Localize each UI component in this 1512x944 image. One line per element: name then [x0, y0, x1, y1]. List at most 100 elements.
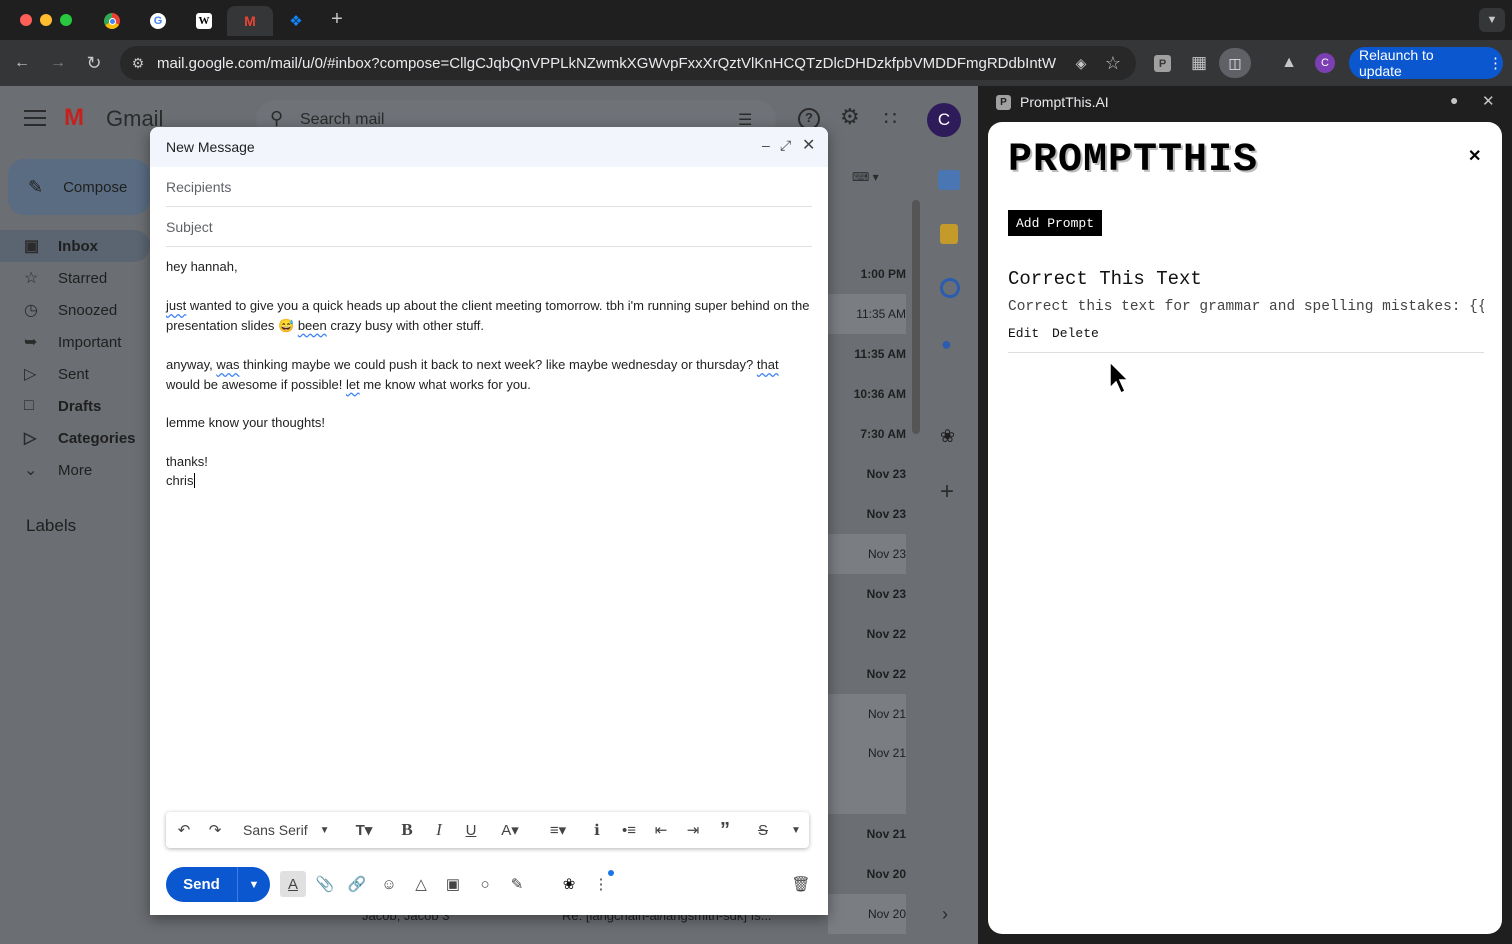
font-size-icon[interactable]: T▾ — [346, 812, 382, 848]
email-row-date[interactable]: Nov 20 — [828, 854, 906, 894]
confidential-mode-icon[interactable]: ○ — [472, 871, 498, 897]
lens-icon[interactable]: ◈ — [1067, 49, 1095, 77]
underline-icon[interactable]: U — [458, 812, 484, 848]
email-row-date[interactable]: Nov 20 — [828, 894, 906, 934]
tab-chrome[interactable] — [89, 6, 135, 36]
subject-field[interactable]: Subject — [166, 207, 812, 247]
tab-search-chevron-icon[interactable]: ▼ — [1479, 8, 1505, 32]
site-settings-icon[interactable]: ⚙ — [124, 49, 152, 77]
calendar-icon[interactable] — [938, 170, 960, 190]
paw-icon[interactable]: ❀ — [556, 871, 582, 897]
minimize-icon[interactable]: – — [762, 137, 770, 153]
quote-icon[interactable]: ” — [712, 812, 738, 848]
redo-icon[interactable]: ↷ — [203, 812, 227, 848]
bold-icon[interactable]: B — [394, 812, 420, 848]
settings-gear-icon[interactable]: ⚙ — [840, 104, 860, 130]
main-menu-icon[interactable] — [24, 110, 46, 126]
email-row-date[interactable]: 11:35 AM — [828, 294, 906, 334]
font-family-select[interactable]: Sans Serif ▼ — [238, 812, 336, 848]
email-row-date[interactable]: Nov 21 — [828, 694, 906, 734]
window-zoom-button[interactable] — [60, 14, 72, 26]
sidebar-item-categories[interactable]: ▷ Categories — [0, 422, 150, 454]
url-text[interactable]: mail.google.com/mail/u/0/#inbox?compose=… — [157, 55, 1057, 72]
input-tools-keyboard-icon[interactable]: ⌨ ▾ — [852, 170, 879, 184]
extensions-puzzle-icon[interactable]: ▦ — [1185, 49, 1213, 77]
window-close-button[interactable] — [20, 14, 32, 26]
profile-avatar[interactable]: C — [1315, 53, 1335, 73]
sidebar-item-more[interactable]: ⌄ More — [0, 454, 150, 486]
insert-link-icon[interactable]: 🔗 — [344, 871, 370, 897]
add-prompt-button[interactable]: Add Prompt — [1008, 210, 1103, 236]
sidebar-item-inbox[interactable]: ▣ Inbox — [0, 230, 150, 262]
sidebar-item-drafts[interactable]: □ Drafts — [0, 390, 150, 422]
italic-icon[interactable]: I — [426, 812, 452, 848]
exit-fullscreen-icon[interactable]: ⤢ — [780, 137, 791, 154]
bulleted-list-icon[interactable]: •≡ — [616, 812, 642, 848]
chevron-right-icon[interactable]: › — [942, 904, 948, 925]
email-list-scrollbar[interactable] — [912, 200, 920, 434]
undo-icon[interactable]: ↶ — [172, 812, 196, 848]
close-icon[interactable]: ✕ — [1468, 146, 1481, 166]
close-side-panel-icon[interactable]: ✕ — [1482, 92, 1495, 110]
relaunch-to-update-button[interactable]: Relaunch to update ⋮ — [1349, 47, 1503, 79]
email-row-date[interactable]: Nov 23 — [828, 494, 906, 534]
close-icon[interactable]: ✕ — [802, 135, 815, 155]
bookmark-star-icon[interactable]: ☆ — [1099, 49, 1127, 77]
drive-icon[interactable]: △ — [408, 871, 434, 897]
text-color-icon[interactable]: A▾ — [492, 812, 528, 848]
email-row-date[interactable]: 11:35 AM — [828, 334, 906, 374]
prompt-delete-link[interactable]: Delete — [1052, 326, 1099, 341]
more-formatting-icon[interactable]: ▼ — [786, 812, 806, 848]
side-panel-icon[interactable]: ◫ — [1219, 48, 1251, 78]
numbered-list-icon[interactable]: ℹ — [584, 812, 610, 848]
forward-arrow-icon[interactable]: → — [44, 49, 72, 77]
window-minimize-button[interactable] — [40, 14, 52, 26]
email-row-date[interactable]: Nov 23 — [828, 574, 906, 614]
email-row-date[interactable]: 7:30 AM — [828, 414, 906, 454]
email-row-date[interactable]: Nov 21 — [828, 734, 906, 814]
recipients-field[interactable]: Recipients — [166, 167, 812, 207]
send-button[interactable]: Send — [166, 867, 238, 902]
promptthis-extension-icon[interactable]: P — [1154, 55, 1171, 72]
misspelled-word[interactable]: that — [757, 357, 779, 372]
labs-flask-icon[interactable]: ▲ — [1275, 49, 1303, 77]
prompt-edit-link[interactable]: Edit — [1008, 326, 1039, 341]
misspelled-word[interactable]: let — [346, 377, 360, 392]
schedule-send-dropdown-icon[interactable]: ▼ — [238, 867, 270, 902]
sidebar-item-starred[interactable]: ☆ Starred — [0, 262, 150, 294]
tab-wikipedia[interactable]: W — [181, 6, 227, 36]
misspelled-word[interactable]: was — [216, 357, 239, 372]
keep-icon[interactable] — [940, 224, 958, 244]
attach-file-icon[interactable]: 📎 — [312, 871, 338, 897]
indent-less-icon[interactable]: ⇤ — [648, 812, 674, 848]
discard-trash-icon[interactable]: 🗑 — [788, 871, 814, 897]
compose-button[interactable]: ✎ Compose — [8, 159, 150, 215]
back-arrow-icon[interactable]: ← — [8, 49, 36, 77]
paw-icon[interactable]: ❀ — [940, 426, 955, 447]
insert-photo-icon[interactable]: ▣ — [440, 871, 466, 897]
reload-icon[interactable]: ↻ — [80, 49, 108, 77]
email-row-date[interactable]: Nov 22 — [828, 614, 906, 654]
add-addon-plus-icon[interactable]: + — [940, 478, 954, 506]
email-row-date[interactable]: 10:36 AM — [828, 374, 906, 414]
strikethrough-icon[interactable]: S — [750, 812, 776, 848]
sidebar-item-snoozed[interactable]: ◷ Snoozed — [0, 294, 150, 326]
emoji-icon[interactable]: ☺ — [376, 871, 402, 897]
misspelled-word[interactable]: just — [166, 298, 186, 313]
account-avatar[interactable]: C — [927, 103, 961, 137]
new-tab-button[interactable]: + — [326, 8, 348, 32]
contacts-icon[interactable]: ● — [941, 334, 952, 355]
email-row-date[interactable]: Nov 22 — [828, 654, 906, 694]
tasks-icon[interactable] — [940, 278, 960, 298]
email-row-date[interactable]: Nov 23 — [828, 534, 906, 574]
align-icon[interactable]: ≡▾ — [540, 812, 576, 848]
sidebar-item-sent[interactable]: ▷ Sent — [0, 358, 150, 390]
apps-grid-icon[interactable]: ∷ — [884, 106, 897, 131]
sidebar-item-important[interactable]: ➥ Important — [0, 326, 150, 358]
email-row-date[interactable]: Nov 21 — [828, 814, 906, 854]
tab-bluesky[interactable]: ❖ — [273, 6, 319, 36]
pin-icon[interactable]: ● — [1450, 92, 1458, 108]
message-body[interactable]: hey hannah, just wanted to give you a qu… — [150, 247, 828, 807]
indent-more-icon[interactable]: ⇥ — [680, 812, 706, 848]
signature-pen-icon[interactable]: ✎ — [504, 871, 530, 897]
